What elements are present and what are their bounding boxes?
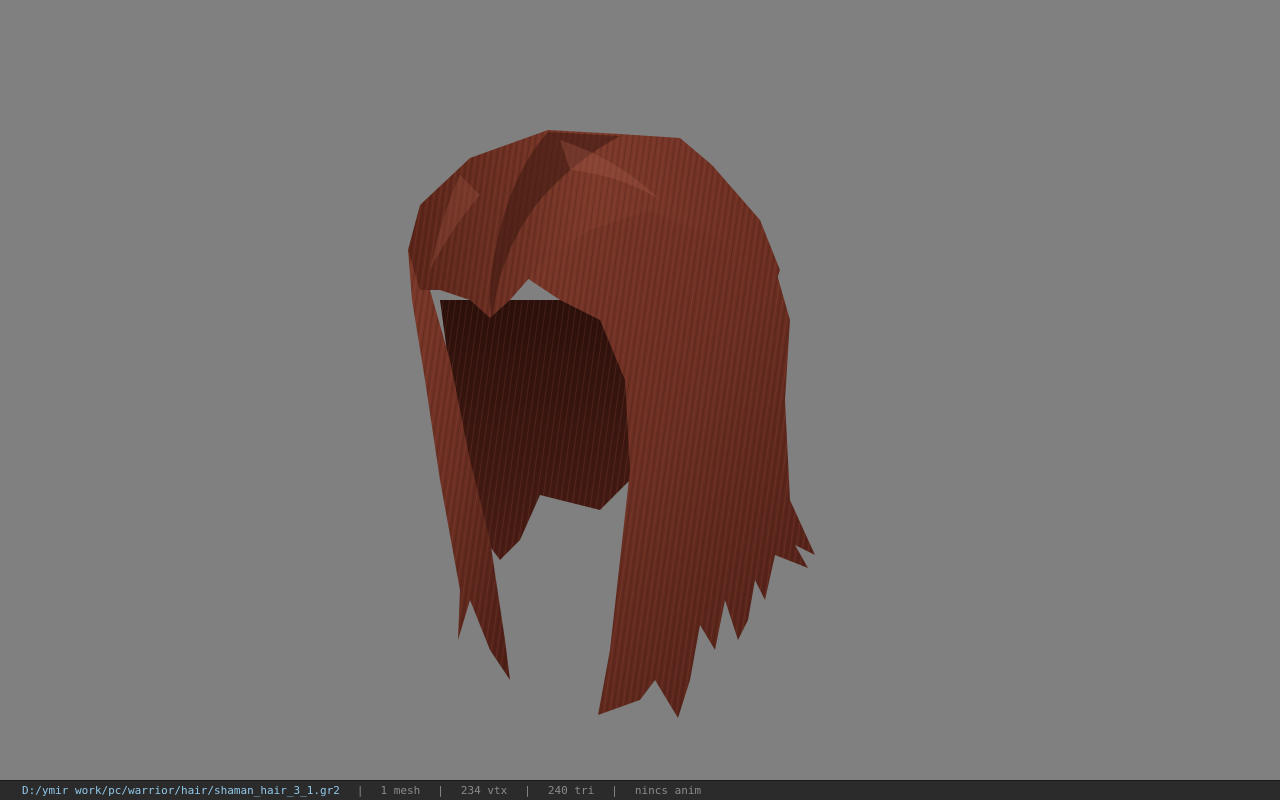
separator: | [524,784,531,797]
separator: | [611,784,618,797]
hair-model-render [408,130,815,718]
separator: | [437,784,444,797]
separator: | [356,784,364,797]
status-bar: D:/ymir work/pc/warrior/hair/shaman_hair… [0,780,1280,800]
vertex-count-label: 234 vtx [460,784,508,797]
triangle-count-label: 240 tri [547,784,595,797]
animation-status-label: nincs anim [634,784,702,797]
mesh-count-label: 1 mesh [380,784,421,797]
file-path-label: D:/ymir work/pc/warrior/hair/shaman_hair… [22,784,340,797]
3d-viewport[interactable] [0,0,1280,780]
